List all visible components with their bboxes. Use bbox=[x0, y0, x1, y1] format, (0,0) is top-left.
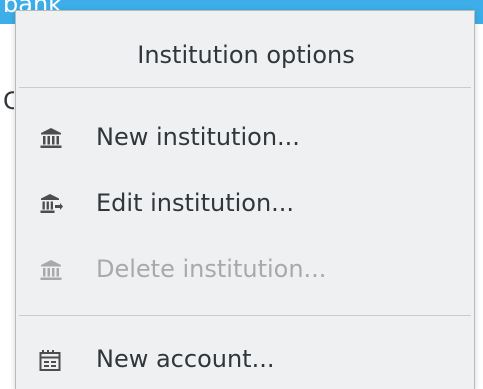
menu-separator bbox=[19, 87, 471, 88]
bank-icon bbox=[40, 128, 62, 148]
menu-title: Institution options bbox=[137, 41, 355, 69]
menu-item-label: New institution... bbox=[96, 123, 300, 151]
background-row-fragment: C bbox=[0, 88, 14, 114]
new-account-icon bbox=[39, 350, 61, 371]
menu-item-label: New account... bbox=[96, 345, 275, 373]
menu-item-edit-institution[interactable]: Edit institution... bbox=[16, 179, 476, 227]
menu-item-label: Delete institution... bbox=[96, 255, 327, 283]
institution-context-menu: Institution options New institution... E… bbox=[15, 10, 475, 389]
menu-item-new-institution[interactable]: New institution... bbox=[16, 113, 476, 161]
menu-item-new-account[interactable]: New account... bbox=[16, 335, 476, 383]
bank-edit-icon bbox=[40, 194, 63, 213]
menu-item-label: Edit institution... bbox=[96, 189, 295, 217]
menu-separator bbox=[19, 315, 471, 316]
menu-item-delete-institution[interactable]: Delete institution... bbox=[16, 245, 476, 293]
background-row-fragment-text: C bbox=[3, 88, 14, 114]
bank-delete-icon bbox=[40, 260, 62, 280]
